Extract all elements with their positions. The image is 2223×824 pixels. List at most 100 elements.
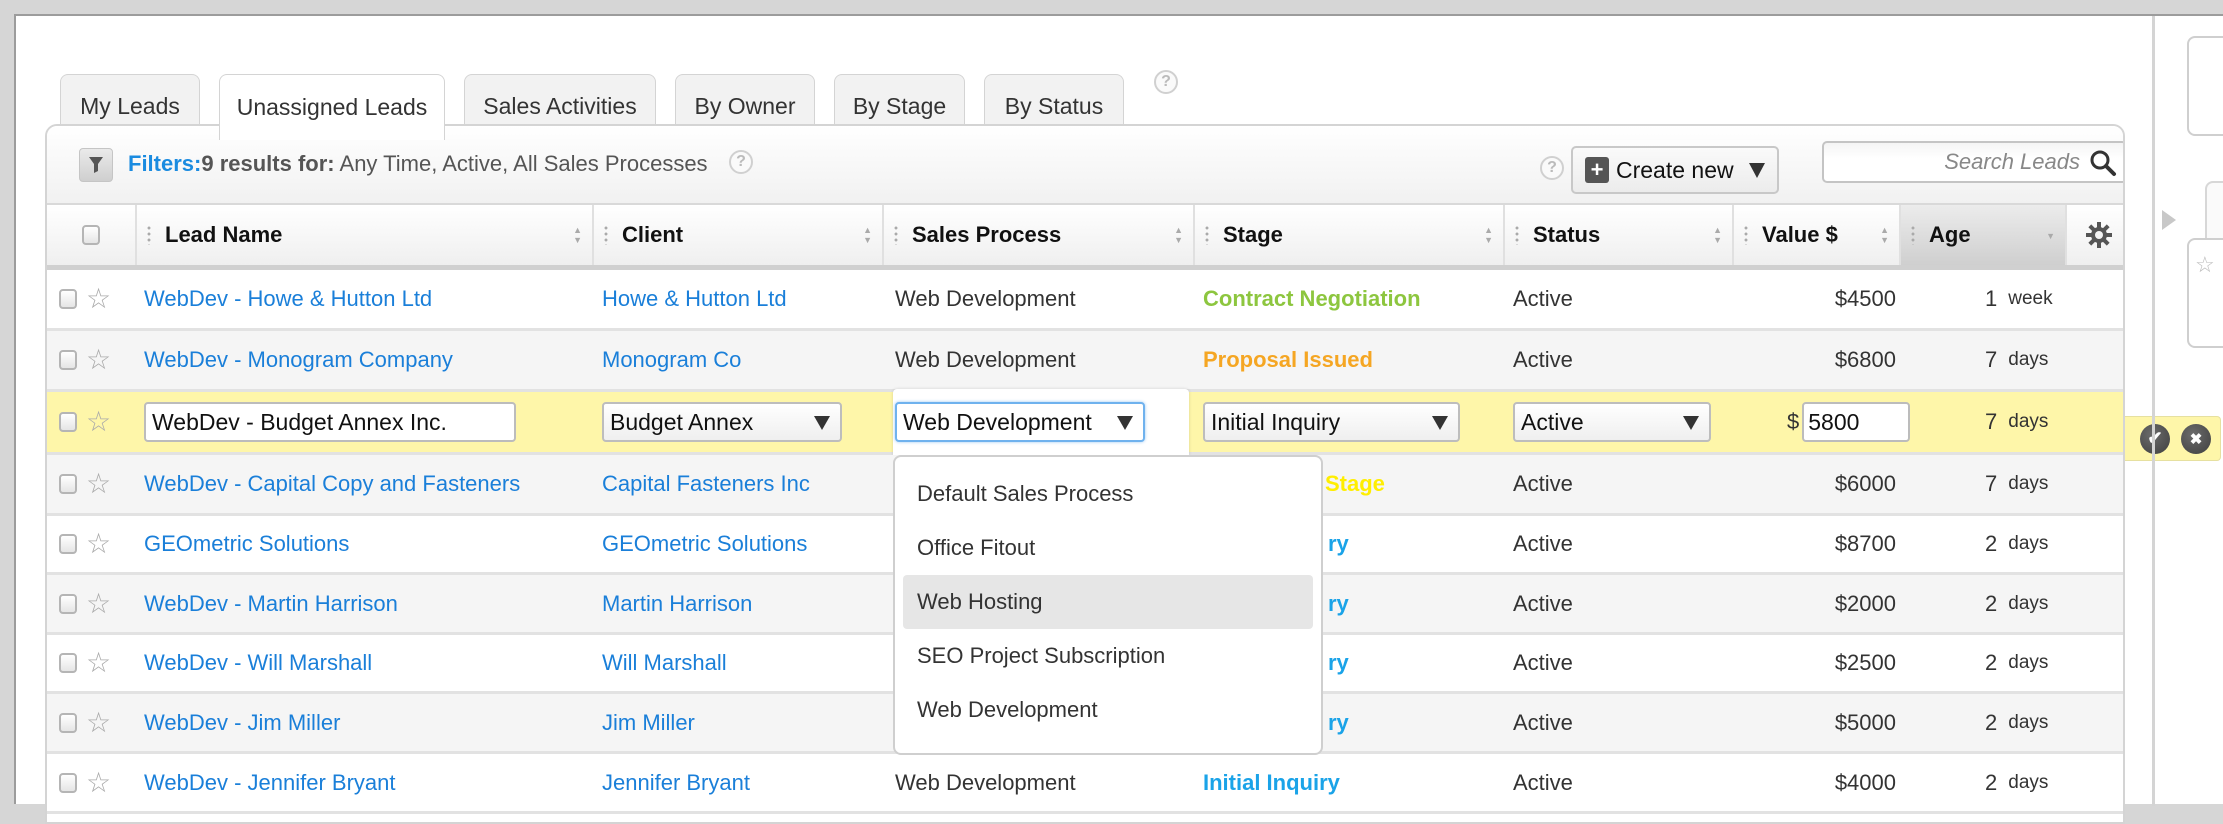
lead-name-cell: GEOmetric Solutions xyxy=(144,516,349,572)
client-link[interactable]: Martin Harrison xyxy=(602,591,752,617)
column-drag-handle[interactable] xyxy=(1515,225,1519,245)
search-leads-input[interactable] xyxy=(1830,147,2082,177)
column-header-sales-process[interactable]: Sales Process ▲ ▼ xyxy=(884,205,1195,265)
column-header-status[interactable]: Status ▲ ▼ xyxy=(1505,205,1734,265)
star-icon[interactable]: ☆ xyxy=(86,768,111,797)
row-checkbox[interactable] xyxy=(59,350,77,370)
column-header-client[interactable]: Client ▲ ▼ xyxy=(594,205,884,265)
gear-icon[interactable] xyxy=(2085,221,2113,249)
filters-label[interactable]: Filters: xyxy=(128,151,201,176)
side-tab[interactable] xyxy=(2205,181,2223,241)
star-icon[interactable]: ☆ xyxy=(86,708,111,737)
star-icon[interactable]: ☆ xyxy=(2195,252,2215,278)
star-icon[interactable]: ☆ xyxy=(86,346,111,374)
star-icon[interactable]: ☆ xyxy=(86,530,111,558)
lead-name-cell: WebDev - Martin Harrison xyxy=(144,575,398,632)
dropdown-option[interactable]: SEO Project Subscription xyxy=(903,629,1313,683)
stage-cell: ry xyxy=(1328,575,1349,632)
dropdown-option[interactable]: Office Fitout xyxy=(903,521,1313,575)
dropdown-option[interactable]: Web Development xyxy=(903,683,1313,737)
table-row[interactable]: ☆ WebDev - Jennifer Bryant Jennifer Bryant… xyxy=(47,754,2123,814)
column-drag-handle[interactable] xyxy=(1911,225,1915,245)
column-drag-handle[interactable] xyxy=(894,225,898,245)
sort-arrows-icon[interactable]: ▲ ▼ xyxy=(1484,225,1493,245)
column-drag-handle[interactable] xyxy=(604,225,608,245)
tab-unassigned-leads[interactable]: Unassigned Leads xyxy=(219,74,445,140)
lead-name-link[interactable]: WebDev - Monogram Company xyxy=(144,347,453,373)
sales-process-cell: Web Development xyxy=(895,392,1145,452)
search-leads-field[interactable] xyxy=(1822,141,2123,183)
star-icon[interactable]: ☆ xyxy=(86,285,111,313)
row-checkbox[interactable] xyxy=(59,534,77,554)
column-header-age[interactable]: Age ▼ xyxy=(1901,205,2067,265)
star-icon[interactable]: ☆ xyxy=(86,408,111,436)
client-link[interactable]: Capital Fasteners Inc xyxy=(602,471,810,497)
column-header-value[interactable]: Value $ ▲ ▼ xyxy=(1734,205,1901,265)
client-link[interactable]: Monogram Co xyxy=(602,347,741,373)
lead-name-link[interactable]: WebDev - Jim Miller xyxy=(144,710,340,736)
status-cell: Active xyxy=(1513,635,1573,691)
value-cell: $ xyxy=(1787,392,1911,452)
value-input[interactable] xyxy=(1802,402,1911,442)
client-link[interactable]: GEOmetric Solutions xyxy=(602,531,807,557)
sort-arrows-icon[interactable]: ▲ ▼ xyxy=(573,225,582,245)
lead-name-link[interactable]: WebDev - Martin Harrison xyxy=(144,591,398,617)
sort-arrows-icon[interactable]: ▲ ▼ xyxy=(1880,225,1889,245)
row-checkbox[interactable] xyxy=(59,593,77,614)
star-icon[interactable]: ☆ xyxy=(86,470,111,498)
expand-arrow-icon[interactable] xyxy=(2162,210,2176,230)
filter-help-icon[interactable]: ? xyxy=(729,150,753,174)
column-header-stage[interactable]: Stage ▲ ▼ xyxy=(1195,205,1505,265)
lead-name-link[interactable]: GEOmetric Solutions xyxy=(144,531,349,557)
column-header-lead-name[interactable]: Lead Name ▲ ▼ xyxy=(137,205,594,265)
tabs-help-icon[interactable]: ? xyxy=(1154,70,1178,94)
client-link[interactable]: Jim Miller xyxy=(602,710,695,736)
lead-name-input[interactable] xyxy=(144,402,516,442)
dropdown-option[interactable]: Default Sales Process xyxy=(903,467,1313,521)
sort-arrows-icon[interactable]: ▲ ▼ xyxy=(863,225,872,245)
row-checkbox[interactable] xyxy=(59,653,77,673)
value-cell: $4000 xyxy=(1747,754,1896,811)
client-link[interactable]: Jennifer Bryant xyxy=(602,770,750,796)
lead-name-link[interactable]: WebDev - Will Marshall xyxy=(144,650,372,676)
column-drag-handle[interactable] xyxy=(1744,225,1748,245)
client-cell: Budget Annex xyxy=(602,392,842,452)
table-row[interactable]: ☆ Budget Annex Web Development Initial Inqu… xyxy=(47,389,2123,455)
client-link[interactable]: Will Marshall xyxy=(602,650,727,676)
sales-process-dropdown: Default Sales Process Office Fitout Web Ho… xyxy=(893,455,1323,755)
create-help-icon[interactable]: ? xyxy=(1540,156,1564,180)
column-drag-handle[interactable] xyxy=(1205,225,1209,245)
row-checkbox[interactable] xyxy=(59,412,77,432)
table-row[interactable]: ☆ WebDev - Monogram Company Monogram Co Web… xyxy=(47,331,2123,392)
lead-name-link[interactable]: WebDev - Howe & Hutton Ltd xyxy=(144,286,432,312)
sales-process-cell: Web Development xyxy=(895,754,1076,811)
stage-select[interactable]: Initial Inquiry xyxy=(1203,402,1460,442)
star-icon[interactable]: ☆ xyxy=(86,649,111,677)
client-link[interactable]: Howe & Hutton Ltd xyxy=(602,286,787,312)
filter-button[interactable] xyxy=(79,148,113,182)
stage-cell: ry xyxy=(1328,516,1349,572)
lead-name-link[interactable]: WebDev - Capital Copy and Fasteners xyxy=(144,471,520,497)
row-checkbox[interactable] xyxy=(59,772,77,793)
row-select-cell: ☆ xyxy=(59,575,111,632)
lead-name-link[interactable]: WebDev - Jennifer Bryant xyxy=(144,770,395,796)
row-checkbox[interactable] xyxy=(59,712,77,733)
age-cell: 7 days xyxy=(1985,331,2048,389)
sales-process-select[interactable]: Web Development xyxy=(895,402,1145,442)
sort-arrows-icon[interactable]: ▲ ▼ xyxy=(1713,225,1722,245)
dropdown-option[interactable]: Web Hosting xyxy=(903,575,1313,629)
sort-desc-icon[interactable]: ▼ xyxy=(2046,231,2055,241)
sort-arrows-icon[interactable]: ▲ ▼ xyxy=(1174,225,1183,245)
status-value: Active xyxy=(1513,769,1573,795)
row-checkbox[interactable] xyxy=(59,474,77,494)
search-icon[interactable] xyxy=(2089,149,2117,177)
table-row[interactable]: ☆ WebDev - Howe & Hutton Ltd Howe & Hutton… xyxy=(47,270,2123,331)
create-new-button[interactable]: + Create new xyxy=(1571,146,1779,194)
status-select[interactable]: Active xyxy=(1513,402,1711,442)
client-select[interactable]: Budget Annex xyxy=(602,402,842,442)
row-checkbox[interactable] xyxy=(59,289,77,309)
select-all-checkbox[interactable] xyxy=(82,225,100,245)
column-drag-handle[interactable] xyxy=(147,225,151,245)
age-cell: 7 days xyxy=(1985,392,2048,452)
star-icon[interactable]: ☆ xyxy=(86,589,111,618)
